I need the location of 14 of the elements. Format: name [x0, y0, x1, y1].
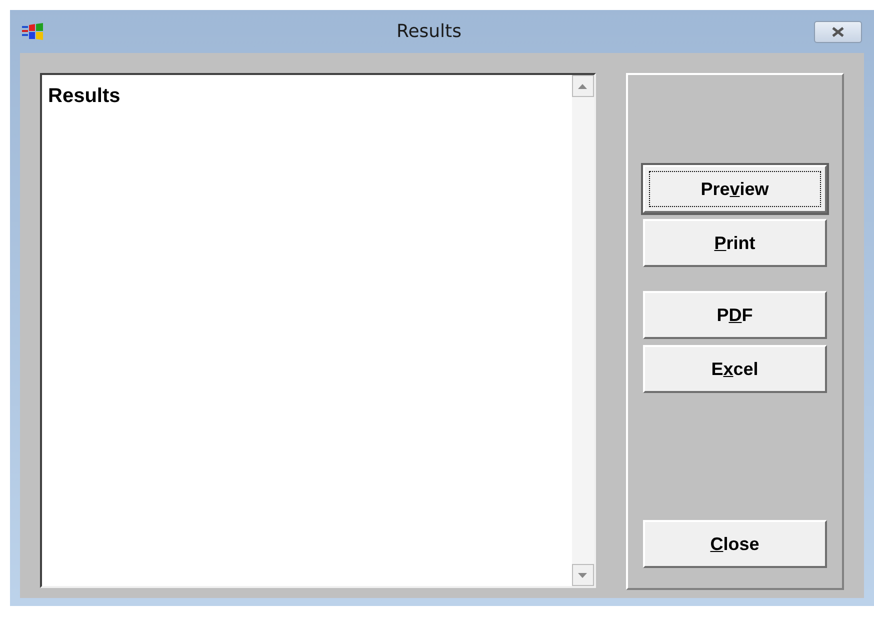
down-arrow-icon: [578, 572, 588, 578]
close-button[interactable]: [814, 20, 862, 42]
dialog-button[interactable]: Close: [642, 520, 827, 568]
scroll-down-button[interactable]: [572, 564, 594, 586]
window-title: Results: [396, 20, 462, 44]
close-icon: [832, 26, 844, 36]
scroll-up-button[interactable]: [572, 75, 594, 97]
up-arrow-icon: [578, 84, 588, 88]
app-icon: [22, 22, 44, 42]
dialog-button[interactable]: PDF: [642, 291, 827, 339]
dialog-button[interactable]: Excel: [642, 345, 827, 393]
dialog-button[interactable]: Preview: [642, 165, 827, 213]
results-text: Results: [47, 84, 122, 109]
dialog-button[interactable]: Print: [642, 219, 827, 267]
